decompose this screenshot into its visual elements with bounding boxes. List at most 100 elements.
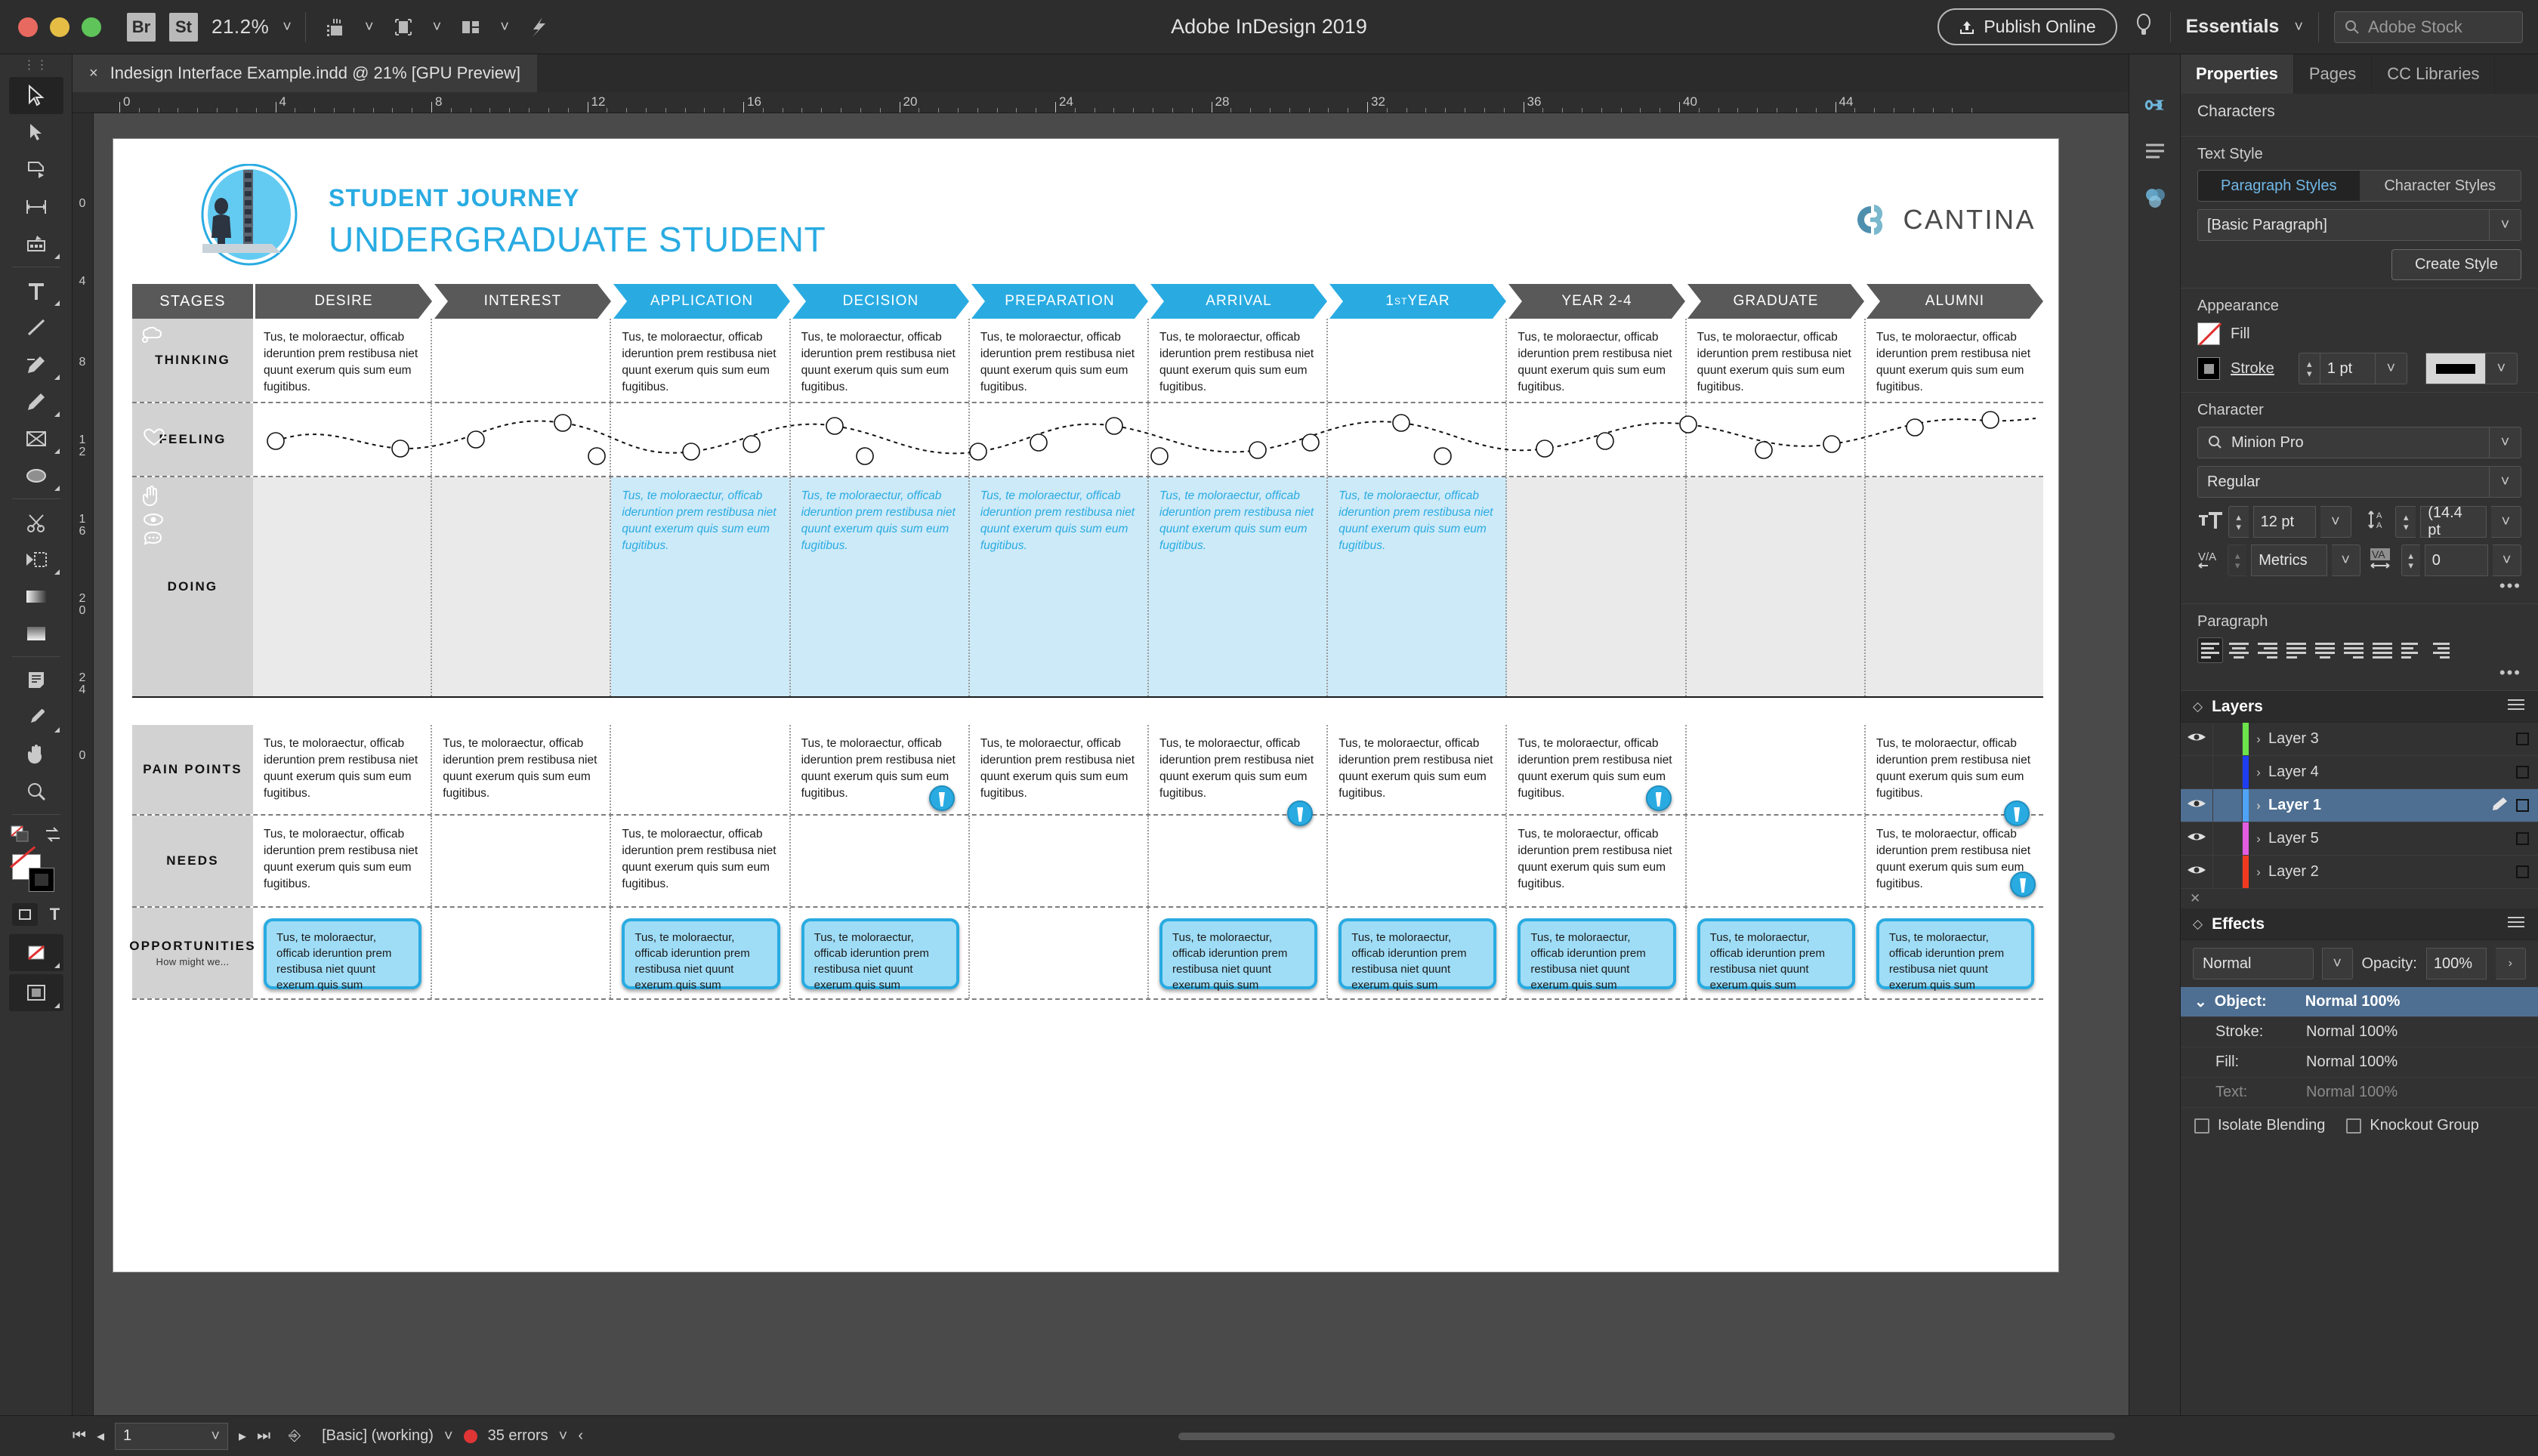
layer-row-layer-4[interactable]: ›Layer 4: [2181, 756, 2538, 789]
font-family-chevron-icon[interactable]: ˅: [2490, 427, 2521, 458]
page-tool[interactable]: [9, 151, 63, 188]
journey-cell[interactable]: [432, 319, 611, 402]
layer-visibility-eye-icon[interactable]: [2181, 730, 2212, 748]
tracking-value[interactable]: 0: [2425, 544, 2489, 576]
vertical-ruler[interactable]: 048121620240: [73, 113, 94, 1415]
journey-cell[interactable]: Tus, te moloraectur, officab ideruntion …: [253, 725, 432, 814]
opportunity-box[interactable]: Tus, te moloraectur, officab ideruntion …: [801, 918, 959, 989]
font-size-value[interactable]: 12 pt: [2253, 506, 2317, 538]
journey-cell[interactable]: Tus, te moloraectur, officab ideruntion …: [611, 816, 790, 906]
cc-libraries-rail-icon[interactable]: [2142, 94, 2168, 120]
font-family-value[interactable]: Minion Pro: [2197, 427, 2490, 458]
kerning-value[interactable]: Metrics: [2251, 544, 2327, 576]
layer-target-square[interactable]: [2516, 766, 2529, 779]
journey-cell[interactable]: [1507, 477, 1686, 696]
layer-target-square[interactable]: [2516, 865, 2529, 878]
stroke-weight-stepper[interactable]: ▴▾: [2299, 353, 2320, 384]
journey-cell[interactable]: Tus, te moloraectur, officab ideruntion …: [1507, 319, 1686, 402]
align-justify-all-button[interactable]: [2370, 637, 2395, 663]
pasteboard[interactable]: STUDENT JOURNEY UNDERGRADUATE STUDENT CA…: [94, 113, 2180, 1415]
opacity-expand-icon[interactable]: ›: [2496, 948, 2526, 979]
errors-chevron-icon[interactable]: ˅: [559, 1429, 568, 1444]
journey-cell[interactable]: Tus, te moloraectur, officab ideruntion …: [1328, 477, 1507, 696]
journey-cell[interactable]: Tus, te moloraectur, officab ideruntion …: [1149, 725, 1328, 814]
leading-chevron-icon[interactable]: ˅: [2491, 506, 2521, 538]
journey-cell[interactable]: Tus, te moloraectur, officab ideruntion …: [611, 908, 790, 998]
last-page-icon[interactable]: ⏭: [257, 1427, 270, 1445]
stroke-label[interactable]: Stroke: [2231, 360, 2274, 378]
maximize-window-button[interactable]: [82, 17, 101, 37]
status-expand-icon[interactable]: ‹: [578, 1427, 583, 1445]
layer-expand-chevron-icon[interactable]: ›: [2249, 865, 2268, 880]
paragraph-styles-tab[interactable]: Paragraph Styles: [2198, 171, 2360, 201]
effects-panel-menu-icon[interactable]: [2506, 915, 2526, 933]
pen-tool[interactable]: [9, 346, 63, 383]
journey-cell[interactable]: Tus, te moloraectur, officab ideruntion …: [970, 725, 1149, 814]
journey-cell[interactable]: [432, 816, 611, 906]
journey-cell[interactable]: Tus, te moloraectur, officab ideruntion …: [1149, 319, 1328, 402]
document-canvas[interactable]: 048121620242832364044 048121620240: [73, 92, 2180, 1415]
align-center-button[interactable]: [2226, 637, 2252, 663]
arrange-documents-icon[interactable]: [455, 12, 486, 42]
layer-lock-cell[interactable]: [2212, 856, 2243, 888]
eyedropper-tool[interactable]: [9, 699, 63, 736]
layer-row-layer-3[interactable]: ›Layer 3: [2181, 723, 2538, 756]
journey-cell[interactable]: Tus, te moloraectur, officab ideruntion …: [791, 477, 970, 696]
journey-cell[interactable]: Tus, te moloraectur, officab ideruntion …: [1866, 319, 2043, 402]
layer-target-square[interactable]: [2516, 733, 2529, 745]
horizontal-scrollbar[interactable]: [1178, 1433, 2115, 1440]
paragraph-styles-rail-icon[interactable]: [2143, 141, 2167, 165]
layer-visibility-eye-icon[interactable]: [2181, 863, 2212, 881]
layer-row-layer-5[interactable]: ›Layer 5: [2181, 822, 2538, 856]
stage-chevron-application[interactable]: APPLICATION: [613, 284, 790, 319]
journey-cell[interactable]: Tus, te moloraectur, officab ideruntion …: [1866, 816, 2043, 906]
align-justify-left-button[interactable]: [2283, 637, 2309, 663]
layer-expand-chevron-icon[interactable]: ›: [2249, 831, 2268, 847]
next-page-icon[interactable]: ▸: [239, 1427, 246, 1445]
document-page[interactable]: STUDENT JOURNEY UNDERGRADUATE STUDENT CA…: [113, 139, 2058, 1272]
stage-chevron-arrival[interactable]: ARRIVAL: [1150, 284, 1327, 319]
layer-lock-cell[interactable]: [2212, 789, 2243, 822]
opportunity-box[interactable]: Tus, te moloraectur, officab ideruntion …: [1697, 918, 1855, 989]
map-pin-icon[interactable]: [1646, 785, 1672, 811]
journey-cell[interactable]: Tus, te moloraectur, officab ideruntion …: [791, 319, 970, 402]
gradient-swatch-tool[interactable]: [9, 578, 63, 615]
journey-cell[interactable]: [432, 477, 611, 696]
tools-panel-drag-handle[interactable]: ⋮⋮: [23, 57, 49, 77]
layer-row-layer-1[interactable]: ›Layer 1: [2181, 789, 2538, 822]
journey-cell[interactable]: [1149, 816, 1328, 906]
paragraph-more-options[interactable]: •••: [2197, 663, 2521, 683]
layer-expand-chevron-icon[interactable]: ›: [2249, 798, 2268, 813]
opportunity-box[interactable]: Tus, te moloraectur, officab ideruntion …: [1518, 918, 1675, 989]
stage-chevron-preparation[interactable]: PREPARATION: [971, 284, 1148, 319]
journey-cell[interactable]: Tus, te moloraectur, officab ideruntion …: [1866, 908, 2043, 998]
stage-chevron-decision[interactable]: DECISION: [792, 284, 969, 319]
panel-tab-cc-libraries[interactable]: CC Libraries: [2372, 54, 2495, 94]
layer-row-layer-2[interactable]: ›Layer 2: [2181, 856, 2538, 889]
stroke-style-swatch[interactable]: [2425, 353, 2486, 384]
opportunity-box[interactable]: Tus, te moloraectur, officab ideruntion …: [1338, 918, 1496, 989]
previous-page-icon[interactable]: ◂: [97, 1427, 104, 1445]
swatches-rail-icon[interactable]: [2143, 186, 2167, 212]
blend-mode-value[interactable]: Normal: [2193, 948, 2314, 979]
journey-cell[interactable]: Tus, te moloraectur, officab ideruntion …: [970, 319, 1149, 402]
close-tab-icon[interactable]: ×: [89, 65, 98, 82]
align-toward-spine-button[interactable]: [2398, 637, 2424, 663]
effects-row-fill[interactable]: Fill:Normal 100%: [2181, 1047, 2538, 1078]
ellipse-tool[interactable]: [9, 457, 63, 494]
horizontal-ruler[interactable]: 048121620242832364044: [73, 92, 2180, 113]
hand-tool[interactable]: [9, 736, 63, 773]
journey-cell[interactable]: Tus, te moloraectur, officab ideruntion …: [1687, 908, 1866, 998]
align-justify-center-button[interactable]: [2312, 637, 2338, 663]
font-size-stepper[interactable]: ▴▾: [2228, 506, 2249, 538]
stage-chevron-1st-year[interactable]: 1ST YEAR: [1329, 284, 1506, 319]
leading-value[interactable]: (14.4 pt: [2420, 506, 2486, 538]
apply-none-tool[interactable]: [9, 934, 63, 971]
formatting-affects-container-icon[interactable]: [12, 903, 38, 926]
journey-cell[interactable]: Tus, te moloraectur, officab ideruntion …: [791, 725, 970, 814]
layer-expand-chevron-icon[interactable]: ›: [2249, 765, 2268, 780]
effects-expand-chevron-icon[interactable]: ⌄: [2194, 992, 2207, 1011]
journey-cell[interactable]: Tus, te moloraectur, officab ideruntion …: [791, 908, 970, 998]
current-style-value[interactable]: [Basic Paragraph]: [2197, 209, 2490, 241]
line-tool[interactable]: [9, 309, 63, 346]
